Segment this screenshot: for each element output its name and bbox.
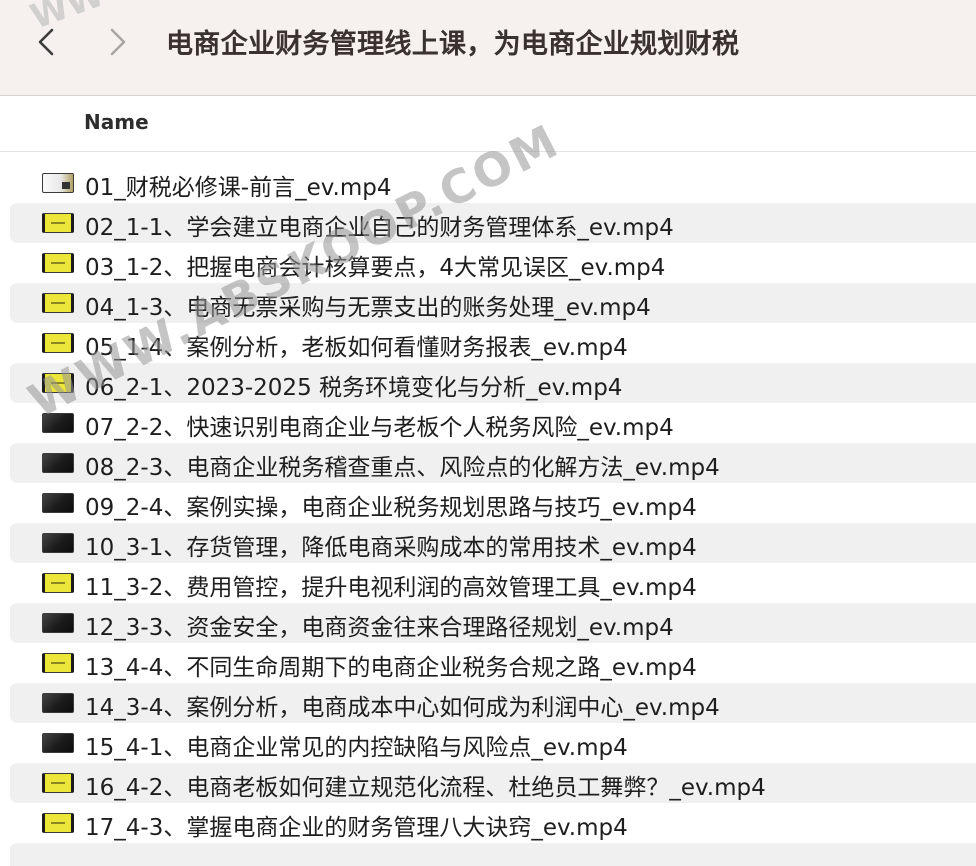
video-thumbnail-icon (42, 813, 74, 833)
file-row[interactable]: 05_1-4、案例分析，老板如何看懂财务报表_ev.mp4 (10, 323, 976, 363)
file-row[interactable]: 06_2-1、2023-2025 税务环境变化与分析_ev.mp4 (10, 363, 976, 403)
file-name: 09_2-4、案例实操，电商企业税务规划思路与技巧_ev.mp4 (85, 495, 697, 521)
file-row[interactable]: 03_1-2、把握电商会计核算要点，4大常见误区_ev.mp4 (10, 243, 976, 283)
name-column-header[interactable]: Name (84, 110, 149, 134)
chevron-right-icon (110, 28, 126, 56)
video-thumbnail-icon (42, 213, 74, 233)
video-thumbnail-icon (42, 453, 74, 473)
video-thumbnail-icon (42, 493, 74, 513)
video-thumbnail-icon (42, 533, 74, 553)
file-row[interactable]: 11_3-2、费用管控，提升电视利润的高效管理工具_ev.mp4 (10, 563, 976, 603)
file-name: 10_3-1、存货管理，降低电商采购成本的常用技术_ev.mp4 (85, 535, 697, 561)
file-name: 15_4-1、电商企业常见的内控缺陷与风险点_ev.mp4 (85, 735, 628, 761)
file-row[interactable]: 13_4-4、不同生命周期下的电商企业税务合规之路_ev.mp4 (10, 643, 976, 683)
file-name: 11_3-2、费用管控，提升电视利润的高效管理工具_ev.mp4 (85, 575, 697, 601)
file-name: 14_3-4、案例分析，电商成本中心如何成为利润中心_ev.mp4 (85, 695, 720, 721)
empty-row (10, 843, 976, 866)
file-row[interactable]: 08_2-3、电商企业税务稽查重点、风险点的化解方法_ev.mp4 (10, 443, 976, 483)
video-thumbnail-icon (42, 293, 74, 313)
file-name: 03_1-2、把握电商会计核算要点，4大常见误区_ev.mp4 (85, 255, 666, 281)
file-name: 17_4-3、掌握电商企业的财务管理八大诀窍_ev.mp4 (85, 815, 628, 841)
window-title: 电商企业财务管理线上课，为电商企业规划财税 (166, 29, 740, 60)
video-thumbnail-icon (42, 573, 74, 593)
file-name: 08_2-3、电商企业税务稽查重点、风险点的化解方法_ev.mp4 (85, 455, 720, 481)
file-name: 05_1-4、案例分析，老板如何看懂财务报表_ev.mp4 (85, 335, 628, 361)
file-list: 01_财税必修课-前言_ev.mp4 02_1-1、学会建立电商企业自己的财务管理… (0, 163, 976, 843)
video-thumbnail-icon (42, 733, 74, 753)
file-row[interactable]: 10_3-1、存货管理，降低电商采购成本的常用技术_ev.mp4 (10, 523, 976, 563)
finder-window: 电商企业财务管理线上课，为电商企业规划财税 Name 01_财税必修课-前言_e… (0, 0, 976, 866)
file-name: 06_2-1、2023-2025 税务环境变化与分析_ev.mp4 (85, 375, 623, 401)
file-name: 02_1-1、学会建立电商企业自己的财务管理体系_ev.mp4 (85, 215, 674, 241)
file-name: 12_3-3、资金安全，电商资金往来合理路径规划_ev.mp4 (85, 615, 674, 641)
video-thumbnail-icon (42, 253, 74, 273)
file-row[interactable]: 07_2-2、快速识别电商企业与老板个人税务风险_ev.mp4 (10, 403, 976, 443)
file-name: 07_2-2、快速识别电商企业与老板个人税务风险_ev.mp4 (85, 415, 674, 441)
video-thumbnail-icon (42, 413, 74, 433)
video-thumbnail-icon (42, 613, 74, 633)
file-name: 04_1-3、电商无票采购与无票支出的账务处理_ev.mp4 (85, 295, 651, 321)
video-thumbnail-icon (42, 333, 74, 353)
file-row[interactable]: 04_1-3、电商无票采购与无票支出的账务处理_ev.mp4 (10, 283, 976, 323)
chevron-left-icon (38, 28, 54, 56)
video-thumbnail-icon (42, 773, 74, 793)
toolbar: 电商企业财务管理线上课，为电商企业规划财税 (0, 0, 976, 96)
forward-button[interactable] (98, 20, 138, 64)
video-thumbnail-icon (42, 693, 74, 713)
file-row[interactable]: 17_4-3、掌握电商企业的财务管理八大诀窍_ev.mp4 (10, 803, 976, 843)
file-name: 01_财税必修课-前言_ev.mp4 (85, 175, 392, 201)
file-row[interactable]: 01_财税必修课-前言_ev.mp4 (10, 163, 976, 203)
video-thumbnail-icon (42, 653, 74, 673)
file-row[interactable]: 15_4-1、电商企业常见的内控缺陷与风险点_ev.mp4 (10, 723, 976, 763)
file-row[interactable]: 14_3-4、案例分析，电商成本中心如何成为利润中心_ev.mp4 (10, 683, 976, 723)
file-row[interactable]: 09_2-4、案例实操，电商企业税务规划思路与技巧_ev.mp4 (10, 483, 976, 523)
list-header: Name (0, 96, 976, 152)
video-thumbnail-icon (42, 173, 74, 193)
file-row[interactable]: 16_4-2、电商老板如何建立规范化流程、杜绝员工舞弊？_ev.mp4 (10, 763, 976, 803)
file-row[interactable]: 02_1-1、学会建立电商企业自己的财务管理体系_ev.mp4 (10, 203, 976, 243)
back-button[interactable] (26, 20, 66, 64)
file-row[interactable]: 12_3-3、资金安全，电商资金往来合理路径规划_ev.mp4 (10, 603, 976, 643)
file-name: 16_4-2、电商老板如何建立规范化流程、杜绝员工舞弊？_ev.mp4 (85, 775, 766, 801)
video-thumbnail-icon (42, 373, 74, 393)
file-name: 13_4-4、不同生命周期下的电商企业税务合规之路_ev.mp4 (85, 655, 697, 681)
